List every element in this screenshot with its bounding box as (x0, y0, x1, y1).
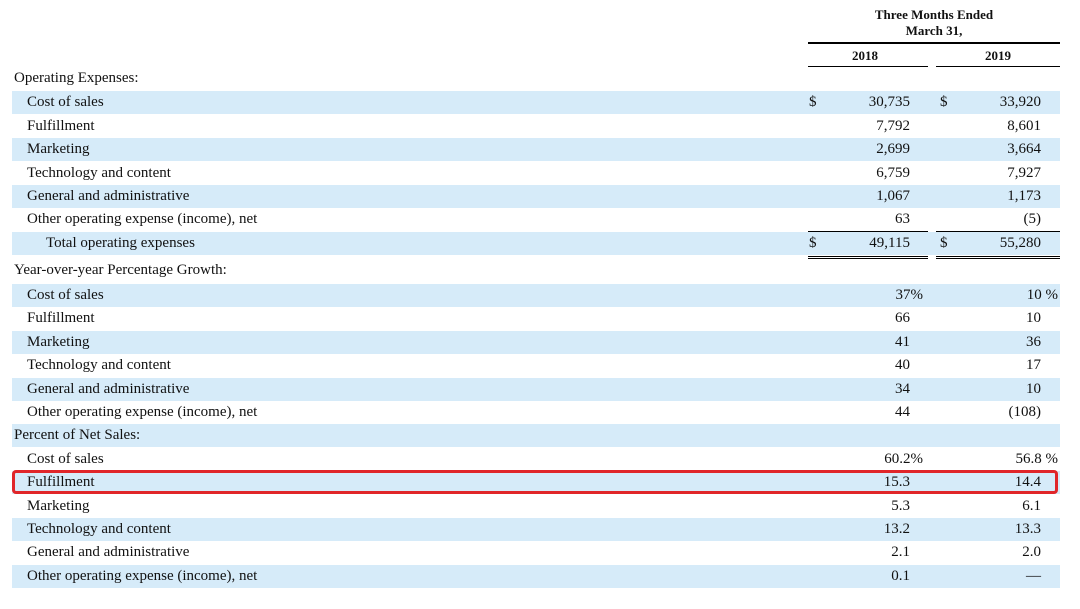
value-2019: 55,280 (999, 235, 1041, 251)
row-label: Technology and content (27, 165, 171, 181)
currency-symbol: $ (940, 235, 948, 251)
column-group-header: Three Months Ended March 31, (808, 7, 1060, 39)
value-2018: 41 (895, 334, 910, 350)
value-2019: (108) (1008, 404, 1042, 420)
table-row: General and administrative 2.1 2.0 (12, 541, 1060, 564)
row-label: Cost of sales (27, 451, 104, 467)
value-2019: 6.1 (1022, 498, 1041, 514)
row-label: General and administrative (27, 544, 190, 560)
double-rule (936, 258, 1060, 259)
value-2019: 10 % (1026, 287, 1058, 303)
table-row: Cost of sales 37% 10 % (12, 284, 1060, 307)
row-label: Technology and content (27, 521, 171, 537)
row-label: Fulfillment (27, 310, 95, 326)
year-2018-rule (808, 66, 928, 67)
year-2018-header: 2018 (852, 48, 878, 63)
value-2019: 13.3 (1014, 521, 1041, 537)
table-row: Fulfillment 66 10 (12, 307, 1060, 330)
year-2019-header: 2019 (985, 48, 1011, 63)
header-rule (808, 42, 1060, 44)
row-label: Marketing (27, 141, 90, 157)
currency-symbol: $ (809, 94, 817, 110)
row-label: General and administrative (27, 381, 190, 397)
section-percent-net-sales: Percent of Net Sales: (14, 427, 141, 443)
value-2019: 56.8 % (1015, 451, 1059, 467)
table-row: General and administrative 1,067 1,173 (12, 185, 1060, 208)
value-2018: 66 (895, 310, 910, 326)
row-label: Other operating expense (income), net (27, 404, 258, 420)
currency-symbol: $ (940, 94, 948, 110)
value-2018: 2,699 (876, 141, 910, 157)
table-row: Other operating expense (income), net 44… (12, 401, 1060, 424)
value-2019: 36 (1026, 334, 1041, 350)
value-2019: 8,601 (1007, 118, 1041, 134)
value-2018: 37% (895, 287, 924, 303)
value-2018: 30,735 (868, 94, 910, 110)
table-row: Technology and content 6,759 7,927 (12, 162, 1060, 185)
row-label: Total operating expenses (46, 235, 195, 251)
value-2018: 34 (895, 381, 910, 397)
year-2019-rule (936, 66, 1060, 67)
value-2019: 10 (1026, 310, 1041, 326)
value-2018: 0.1 (891, 568, 910, 584)
double-rule (808, 258, 928, 259)
value-2018: 63 (895, 211, 910, 227)
value-2018: 40 (895, 357, 910, 373)
value-2018: 44 (895, 404, 910, 420)
section-yoy-growth: Year-over-year Percentage Growth: (14, 262, 227, 278)
table-row: Marketing 2,699 3,664 (12, 138, 1060, 161)
table-row-total: Total operating expenses $ 49,115 $ 55,2… (12, 232, 1060, 255)
value-2019: — (1026, 568, 1041, 584)
table-row: Other operating expense (income), net 0.… (12, 565, 1060, 588)
value-2019: 17 (1026, 357, 1041, 373)
period-line-2: March 31, (905, 23, 963, 38)
row-label: Marketing (27, 498, 90, 514)
value-2019: 33,920 (999, 94, 1041, 110)
table-row: Cost of sales $ 30,735 $ 33,920 (12, 91, 1060, 114)
value-2019: 2.0 (1022, 544, 1041, 560)
value-2019: 1,173 (1007, 188, 1041, 204)
value-2018: 7,792 (876, 118, 910, 134)
table-row: General and administrative 34 10 (12, 378, 1060, 401)
period-line-1: Three Months Ended (874, 7, 994, 22)
table-row: Marketing 41 36 (12, 331, 1060, 354)
row-label: General and administrative (27, 188, 190, 204)
value-2019: 10 (1026, 381, 1041, 397)
row-label: Other operating expense (income), net (27, 568, 258, 584)
row-label: Fulfillment (27, 118, 95, 134)
table-row: Cost of sales 60.2% 56.8 % (12, 448, 1060, 471)
row-label: Other operating expense (income), net (27, 211, 258, 227)
row-label: Cost of sales (27, 287, 104, 303)
value-2018: 13.2 (883, 521, 910, 537)
row-label: Technology and content (27, 357, 171, 373)
value-2019: 7,927 (1007, 165, 1041, 181)
section-operating-expenses: Operating Expenses: (14, 70, 139, 86)
currency-symbol: $ (809, 235, 817, 251)
double-rule (936, 256, 1060, 257)
value-2018: 49,115 (869, 235, 910, 251)
table-row: Other operating expense (income), net 63… (12, 208, 1060, 231)
value-2018: 60.2% (884, 451, 923, 467)
section-row-percent-net-sales: Percent of Net Sales: (12, 424, 1060, 447)
row-label: Cost of sales (27, 94, 104, 110)
value-2018: 5.3 (891, 498, 910, 514)
value-2018: 2.1 (891, 544, 910, 560)
row-label: Marketing (27, 334, 90, 350)
table-row: Marketing 5.3 6.1 (12, 495, 1060, 518)
table-row: Technology and content 13.2 13.3 (12, 518, 1060, 541)
table-row: Fulfillment 7,792 8,601 (12, 115, 1060, 138)
table-row: Technology and content 40 17 (12, 354, 1060, 377)
value-2019: (5) (1023, 211, 1042, 227)
highlight-box (12, 470, 1058, 494)
double-rule (808, 256, 928, 257)
value-2018: 6,759 (876, 165, 910, 181)
value-2018: 1,067 (876, 188, 910, 204)
value-2019: 3,664 (1007, 141, 1041, 157)
